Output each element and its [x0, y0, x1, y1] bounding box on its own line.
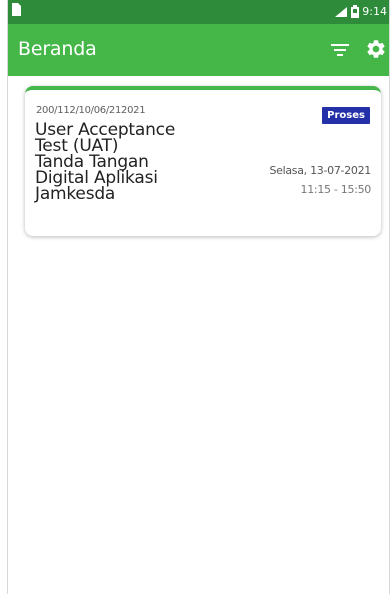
agenda-date: Selasa, 13-07-2021 — [269, 164, 371, 177]
status-indicators: 9:14 — [334, 5, 387, 18]
signal-icon — [335, 6, 348, 17]
app-screen: 9:14 Beranda 200/112/10/06/212021 Proses… — [7, 0, 390, 594]
agenda-title: User Acceptance Test (UAT) Tanda Tangan … — [35, 120, 176, 204]
gear-icon[interactable] — [365, 38, 387, 60]
page-title: Beranda — [18, 38, 97, 60]
agenda-list: 200/112/10/06/212021 Proses User Accepta… — [8, 76, 389, 594]
status-time: 9:14 — [362, 5, 387, 18]
sim-card-icon — [12, 3, 21, 16]
status-badge: Proses — [322, 107, 370, 124]
agenda-card[interactable]: 200/112/10/06/212021 Proses User Accepta… — [25, 86, 381, 236]
filter-icon[interactable] — [329, 41, 351, 59]
battery-icon — [351, 5, 360, 18]
status-bar: 9:14 — [8, 0, 389, 24]
app-toolbar: Beranda — [8, 24, 389, 76]
agenda-time: 11:15 - 15:50 — [300, 183, 372, 196]
agenda-number: 200/112/10/06/212021 — [36, 105, 146, 116]
